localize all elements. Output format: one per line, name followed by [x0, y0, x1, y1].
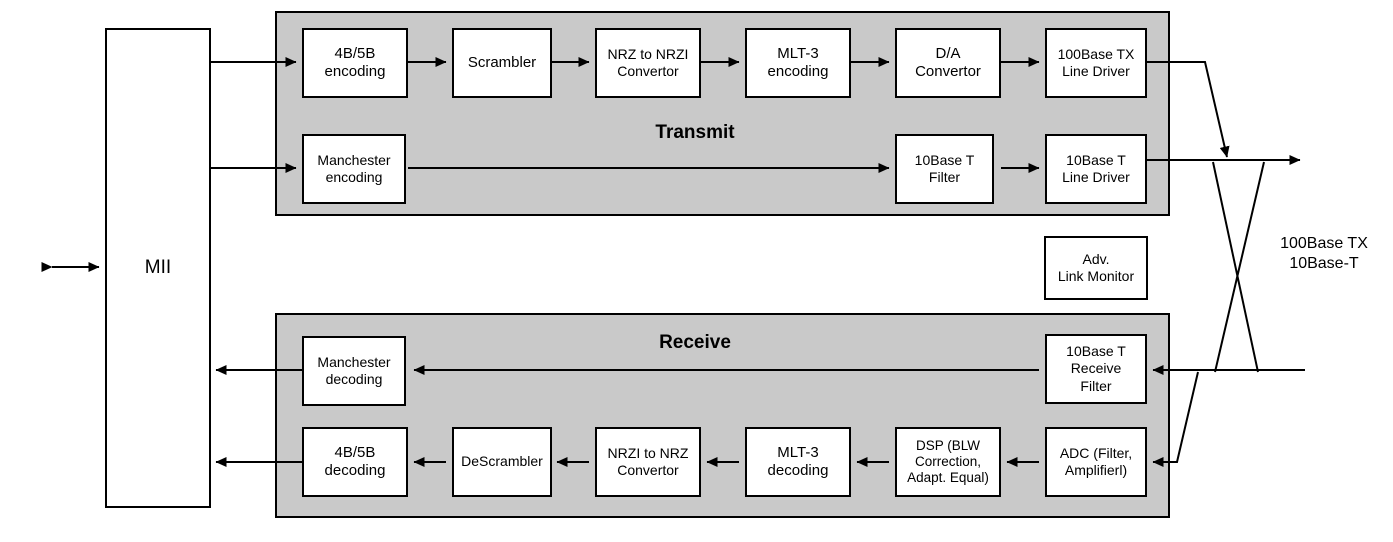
- transmit-panel: [275, 11, 1170, 216]
- block-10base-t-receive-filter: 10Base T Receive Filter: [1045, 334, 1147, 404]
- block-100base-tx-line-driver: 100Base TX Line Driver: [1045, 28, 1147, 98]
- block-adv-link-monitor: Adv. Link Monitor: [1044, 236, 1148, 300]
- receive-title: Receive: [659, 332, 731, 353]
- block-4b5b-encoding: 4B/5B encoding: [302, 28, 408, 98]
- block-nrz-to-nrzi-convertor: NRZ to NRZI Convertor: [595, 28, 701, 98]
- block-scrambler: Scrambler: [452, 28, 552, 98]
- mii-label: MII: [144, 257, 172, 278]
- block-descrambler: DeScrambler: [452, 427, 552, 497]
- transmit-title: Transmit: [655, 122, 735, 143]
- block-mlt3-encoding: MLT-3 encoding: [745, 28, 851, 98]
- block-10base-t-filter: 10Base T Filter: [895, 134, 994, 204]
- block-da-convertor: D/A Convertor: [895, 28, 1001, 98]
- block-diagram: MII Transmit 4B/5B encoding Scrambler NR…: [0, 0, 1393, 542]
- block-adc-filter-amplifier: ADC (Filter, Amplifierl): [1045, 427, 1147, 497]
- block-manchester-decoding: Manchester decoding: [302, 336, 406, 406]
- mii-block: MII: [105, 28, 211, 508]
- block-dsp-blw-correction: DSP (BLW Correction, Adapt. Equal): [895, 427, 1001, 497]
- media-type-label: 100Base TX 10Base-T: [1280, 235, 1368, 273]
- block-10base-t-line-driver: 10Base T Line Driver: [1045, 134, 1147, 204]
- block-manchester-encoding: Manchester encoding: [302, 134, 406, 204]
- block-4b5b-decoding: 4B/5B decoding: [302, 427, 408, 497]
- block-mlt3-decoding: MLT-3 decoding: [745, 427, 851, 497]
- block-nrzi-to-nrz-convertor: NRZI to NRZ Convertor: [595, 427, 701, 497]
